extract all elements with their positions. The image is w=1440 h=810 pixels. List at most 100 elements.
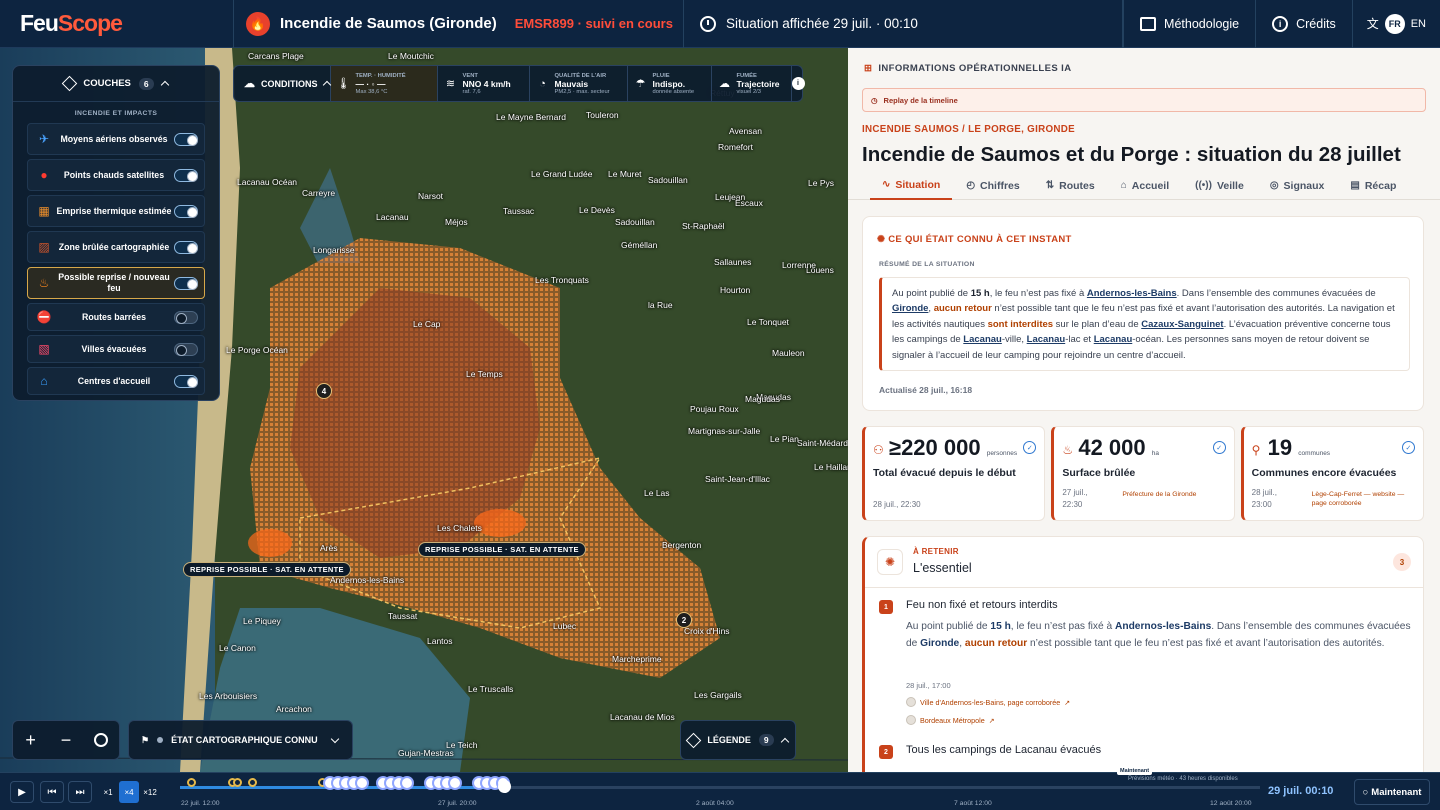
layer-label: Moyens aériens observés [60,133,168,144]
layer-toggle[interactable] [174,204,198,218]
layer-row[interactable]: ✈ Moyens aériens observés [27,123,205,155]
logo-text-scope: Scope [57,10,123,36]
current-time: 29 juil. 00:10 [1268,785,1334,797]
speed-x12[interactable]: ×12 [140,781,160,803]
layer-row[interactable]: ♨ Possible reprise / nouveau feu [27,267,205,299]
verified-icon: ✓ [1401,441,1415,454]
fire-label-2[interactable]: REPRISE POSSIBLE · SAT. EN ATTENTE [418,542,586,557]
layer-toggle[interactable] [174,374,198,388]
stat-value: 42 000 ha [1078,435,1159,460]
tab-chiffres[interactable]: ◴ Chiffres [954,172,1031,200]
stat-card[interactable]: ⚲ 19 communes ✓ Communes encore évacuées 28 … [1240,426,1424,521]
stat-source[interactable]: Préfecture de la Gironde [1122,490,1222,499]
layer-row[interactable]: ▦ Emprise thermique estimée [27,195,205,227]
place-label: Lacanau Océan [237,177,298,187]
tab-routes[interactable]: ⇅ Routes [1034,172,1107,200]
condition-cell[interactable]: 🌡 TEMP. · HUMIDITÉ — · ◦ — Max 38,6 °C [330,66,438,101]
place-label: Romefort [718,142,753,152]
zoom-out-button[interactable]: − [48,721,83,759]
place-label: Le Porge Océan [226,345,288,355]
layer-toggle[interactable] [174,276,198,290]
lang-en[interactable]: EN [1411,18,1426,30]
layers-header[interactable]: COUCHES 6 [13,66,219,102]
timeline-event-marker[interactable] [248,778,257,787]
burned-zone-icon: ▨ [38,240,50,254]
signal-icon: ◎ [1269,180,1279,191]
verified-icon: ✓ [1212,441,1226,454]
known-card: ✺ CE QUI ÉTAIT CONNU À CET INSTANT RÉSUM… [862,216,1424,411]
place-label: Sadouillan [615,217,655,227]
place-label: la Rue [648,300,673,310]
map-state-selector[interactable]: ⚑ ÉTAT CARTOGRAPHIQUE CONNU [128,720,353,760]
step-forward-button[interactable]: ⏭ [68,781,92,803]
place-label: Lorrenne [782,260,817,270]
methodology-link[interactable]: Méthodologie [1123,0,1255,48]
clock-icon [700,15,716,32]
speed-x4[interactable]: ×4 [119,781,139,803]
condition-cell[interactable]: ☁ FUMÉE Trajectoire visuel 2/3 [712,66,792,101]
app-logo[interactable]: Feu Scope [0,0,234,48]
tab-veille[interactable]: ((•)) Veille [1183,172,1256,200]
tab-label: Veille [1216,179,1244,192]
timeline-cluster-marker[interactable] [400,776,414,790]
tab-situation[interactable]: ∿ Situation [870,172,953,200]
map-marker-2[interactable]: 2 [676,612,692,628]
timeline-cluster-marker[interactable] [448,776,462,790]
ai-sparkle-icon: ⊞ [864,62,873,74]
external-link-icon: ↗ [988,715,995,725]
fire-label-1[interactable]: REPRISE POSSIBLE · SAT. EN ATTENTE [183,562,351,577]
layer-row[interactable]: ▧ Villes évacuées [27,335,205,363]
step-back-button[interactable]: ⏮ [40,781,64,803]
layer-label: Emprise thermique estimée [56,205,172,216]
layer-toggle[interactable] [174,132,198,146]
source-link[interactable]: Ville d'Andernos-les-Bains, page corrobo… [906,697,1070,707]
timeline-cluster-marker[interactable] [355,776,369,790]
conditions-info[interactable]: i [791,66,805,101]
layer-toggle[interactable] [174,240,198,254]
layer-row[interactable]: ⛔ Routes barrées [27,303,205,331]
zoom-in-button[interactable]: + [13,721,48,759]
layer-row[interactable]: ▨ Zone brûlée cartographiée [27,231,205,263]
credits-link[interactable]: i Crédits [1255,0,1352,48]
layer-row[interactable]: ⌂ Centres d'accueil [27,367,205,395]
fire-glow-1 [248,529,292,557]
condition-cell[interactable]: ☂ PLUIE Indispo. donnée absente [628,66,712,101]
tab-accueil[interactable]: ⌂ Accueil [1109,172,1181,200]
conditions-title: CONDITIONS [261,78,318,89]
language-switch[interactable]: 文 FR EN [1351,0,1440,48]
timeline-event-marker[interactable] [233,778,242,787]
legend-icon [686,732,702,748]
speed-x1[interactable]: ×1 [98,781,118,803]
now-button[interactable]: ○ Maintenant [1354,779,1430,805]
source-link[interactable]: Bordeaux Métropole ↗ [906,715,995,725]
timeline-scrubber[interactable] [498,780,511,793]
incident-header: 🔥 Incendie de Saumos (Gironde) EMSR899 ·… [234,0,684,48]
lang-fr[interactable]: FR [1384,13,1405,34]
stat-card[interactable]: ⚇ ≥220 000 personnes ✓ Total évacué depuis … [862,426,1046,521]
item-body: Au point publié de 15 h, le feu n’est pa… [906,621,1411,649]
layer-row[interactable]: ● Points chauds satellites [27,159,205,191]
external-link-icon: ↗ [1064,697,1071,707]
stat-card[interactable]: ♨ 42 000 ha ✓ Surface brûlée 27 juil., 22:30… [1051,426,1235,521]
layers-section-title: INCENDIE ET IMPACTS [74,110,158,117]
condition-cell[interactable]: ≋ VENT NNO 4 km/h raf. 7,6 [438,66,530,101]
condition-cell[interactable]: ◔ QUALITÉ DE L'AIR Mauvais PM2,5 · max. sec… [530,66,628,101]
tab-signaux[interactable]: ◎ Signaux [1258,172,1337,200]
layer-toggle[interactable] [174,342,198,356]
tab-recap[interactable]: ▤ Récap [1338,172,1408,200]
layers-list: ✈ Moyens aériens observés ● Points chauds s… [13,123,219,395]
conditions-toggle[interactable]: ☁ CONDITIONS [234,66,331,101]
locate-button[interactable] [84,721,119,759]
map-marker-4[interactable]: 4 [316,383,332,399]
layer-toggle[interactable] [174,168,198,182]
layer-toggle[interactable] [174,310,198,324]
play-button[interactable]: ▶ [10,781,34,803]
place-label: Sallaunes [714,257,752,267]
replay-banner[interactable]: ◷ Replay de la timeline [862,88,1426,112]
retain-count: 3 [1393,553,1411,571]
timeline-event-marker[interactable] [187,778,196,787]
legend-button[interactable]: LÉGENDE 9 [680,720,796,760]
stat-source[interactable]: Lège-Cap-Ferret — website — page corrobo… [1312,490,1412,508]
legend-label: LÉGENDE [707,735,751,745]
place-label: Le Teich [446,740,478,750]
